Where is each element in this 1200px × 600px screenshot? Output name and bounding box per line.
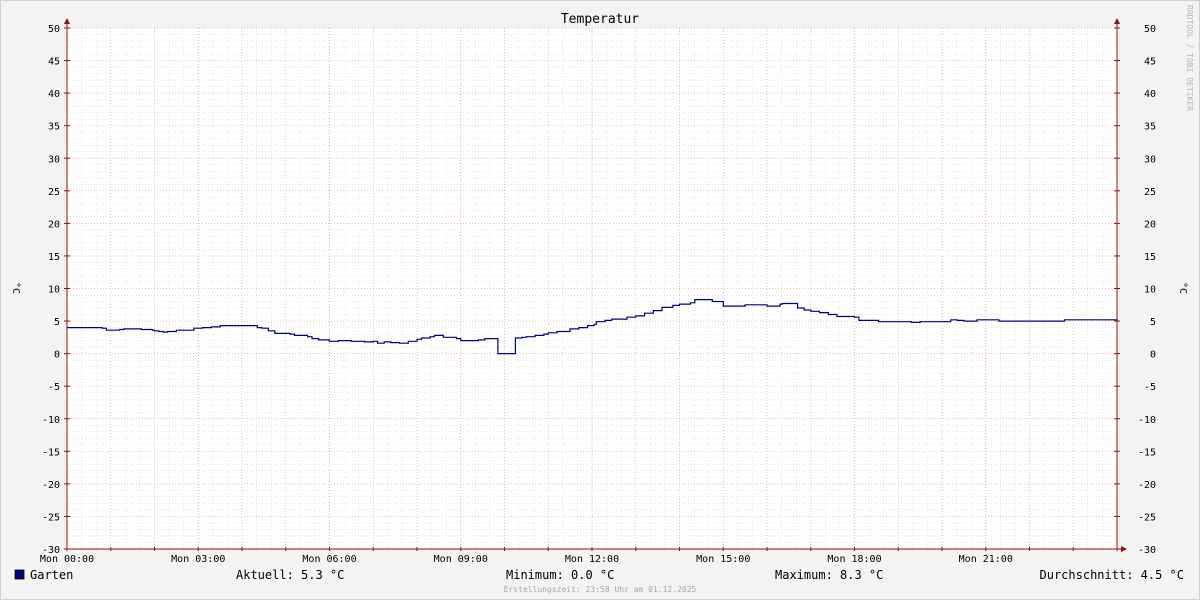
y-tick-label-right: 20 — [1144, 219, 1156, 230]
chart-title: Temperatur — [561, 12, 639, 27]
y-tick-label-right: -15 — [1138, 447, 1156, 458]
chart-root: 50 45 40 35 30 25 20 15 10 5 0 -5 -10 -15 -20 -25 -30 50… — [0, 0, 1200, 600]
x-tick-label: Mon 00:00 — [40, 554, 94, 565]
stat-maximum: Maximum: 8.3 °C — [775, 568, 883, 582]
y-tick-label-right: 35 — [1144, 122, 1156, 133]
y-tick-label-right: 5 — [1150, 317, 1156, 328]
y-tick-label-right: -10 — [1138, 415, 1156, 426]
legend-label-garten: Garten — [30, 568, 73, 582]
stat-average: Durchschnitt: 4.5 °C — [1040, 568, 1185, 582]
temperature-chart: 50454035302520151050-5-10-15-20-25-30 50… — [0, 0, 1200, 600]
y-tick-label-right: 50 — [1144, 24, 1156, 35]
y-tick-label-left: 40 — [48, 89, 60, 100]
y-tick-label-left: 20 — [48, 219, 60, 230]
y-tick-label-left: 10 — [48, 285, 60, 296]
y-tick-label-left: 30 — [48, 154, 60, 165]
y-tick-label-right: 15 — [1144, 252, 1156, 263]
x-tick-label: Mon 21:00 — [959, 554, 1013, 565]
y-tick-label-right: -20 — [1138, 480, 1156, 491]
y-tick-label-left: -20 — [42, 480, 60, 491]
y-tick-label-right: 10 — [1144, 285, 1156, 296]
stat-current: Aktuell: 5.3 °C — [236, 568, 344, 582]
y-tick-label-left: 0 — [54, 350, 60, 361]
y-tick-label-left: -15 — [42, 447, 60, 458]
y-tick-label-left: 50 — [48, 24, 60, 35]
x-tick-label: Mon 06:00 — [302, 554, 356, 565]
y-tick-label-right: 25 — [1144, 187, 1156, 198]
x-tick-label: Mon 03:00 — [171, 554, 225, 565]
rrdtool-watermark: RRDTOOL / TOBI OETIKER — [1185, 5, 1194, 111]
y-tick-label-right: -30 — [1138, 545, 1156, 556]
y-tick-label-left: -25 — [42, 512, 60, 523]
y-tick-label-left: 25 — [48, 187, 60, 198]
y-tick-label-right: -5 — [1144, 382, 1156, 393]
x-tick-label: Mon 09:00 — [434, 554, 488, 565]
y-tick-label-right: 40 — [1144, 89, 1156, 100]
y-tick-label-left: 35 — [48, 122, 60, 133]
y-axis-label-right: °C — [1177, 282, 1188, 294]
stat-minimum: Minimum: 0.0 °C — [506, 568, 614, 582]
x-tick-label: Mon 15:00 — [696, 554, 750, 565]
y-tick-label-right: -25 — [1138, 512, 1156, 523]
x-tick-label: Mon 12:00 — [565, 554, 619, 565]
legend-swatch-garten — [14, 569, 25, 580]
creation-time-footer: Erstellungszeit: 23:58 Uhr am 01.12.2025 — [504, 585, 697, 594]
y-tick-label-right: 30 — [1144, 154, 1156, 165]
y-tick-label-left: -10 — [42, 415, 60, 426]
y-tick-label-left: 15 — [48, 252, 60, 263]
y-tick-label-left: 5 — [54, 317, 60, 328]
x-tick-label: Mon 18:00 — [827, 554, 881, 565]
y-tick-label-right: 45 — [1144, 57, 1156, 68]
y-tick-label-right: 0 — [1150, 350, 1156, 361]
y-tick-label-left: 45 — [48, 57, 60, 68]
y-tick-label-left: -5 — [48, 382, 60, 393]
y-axis-label-left: °C — [10, 282, 21, 294]
